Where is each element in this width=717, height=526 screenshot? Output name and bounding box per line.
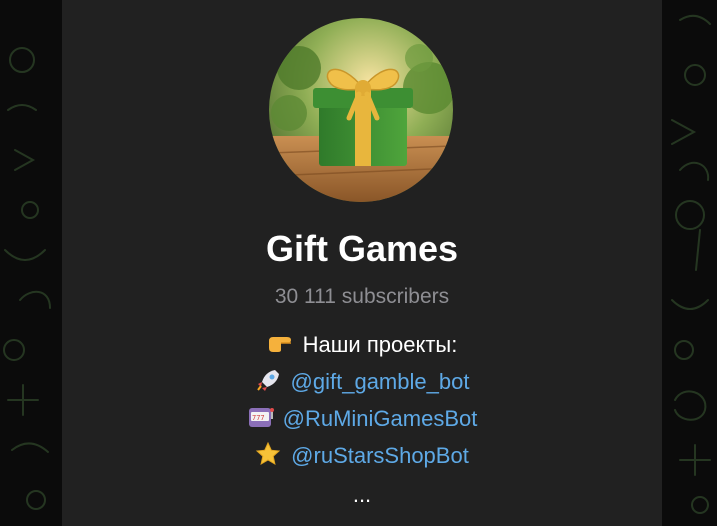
- channel-title: Gift Games: [265, 228, 459, 269]
- description-more: ...: [352, 482, 372, 507]
- rustarsshopbot-link[interactable]: @ruStarsShopBot: [291, 443, 469, 468]
- project-link-row: 777 @RuMiniGamesBot: [62, 404, 662, 434]
- star-icon: [255, 442, 281, 466]
- description-heading-text: Наши проекты:: [302, 332, 458, 357]
- project-link-row: @gift_gamble_bot: [62, 367, 662, 397]
- rocket-icon: [256, 370, 279, 391]
- gift-box-icon: [269, 18, 453, 202]
- description-heading: Наши проекты:: [62, 330, 662, 360]
- gift-gamble-bot-link[interactable]: @gift_gamble_bot: [291, 369, 470, 394]
- svg-text:777: 777: [252, 414, 265, 422]
- ruminigamesbot-link[interactable]: @RuMiniGamesBot: [283, 406, 478, 431]
- slot-machine-icon: 777: [248, 408, 274, 427]
- project-link-row: @ruStarsShopBot: [62, 441, 662, 471]
- channel-avatar[interactable]: [269, 18, 453, 202]
- pointing-hand-icon: [268, 337, 291, 352]
- subscriber-count: 30 111 subscribers: [274, 285, 450, 308]
